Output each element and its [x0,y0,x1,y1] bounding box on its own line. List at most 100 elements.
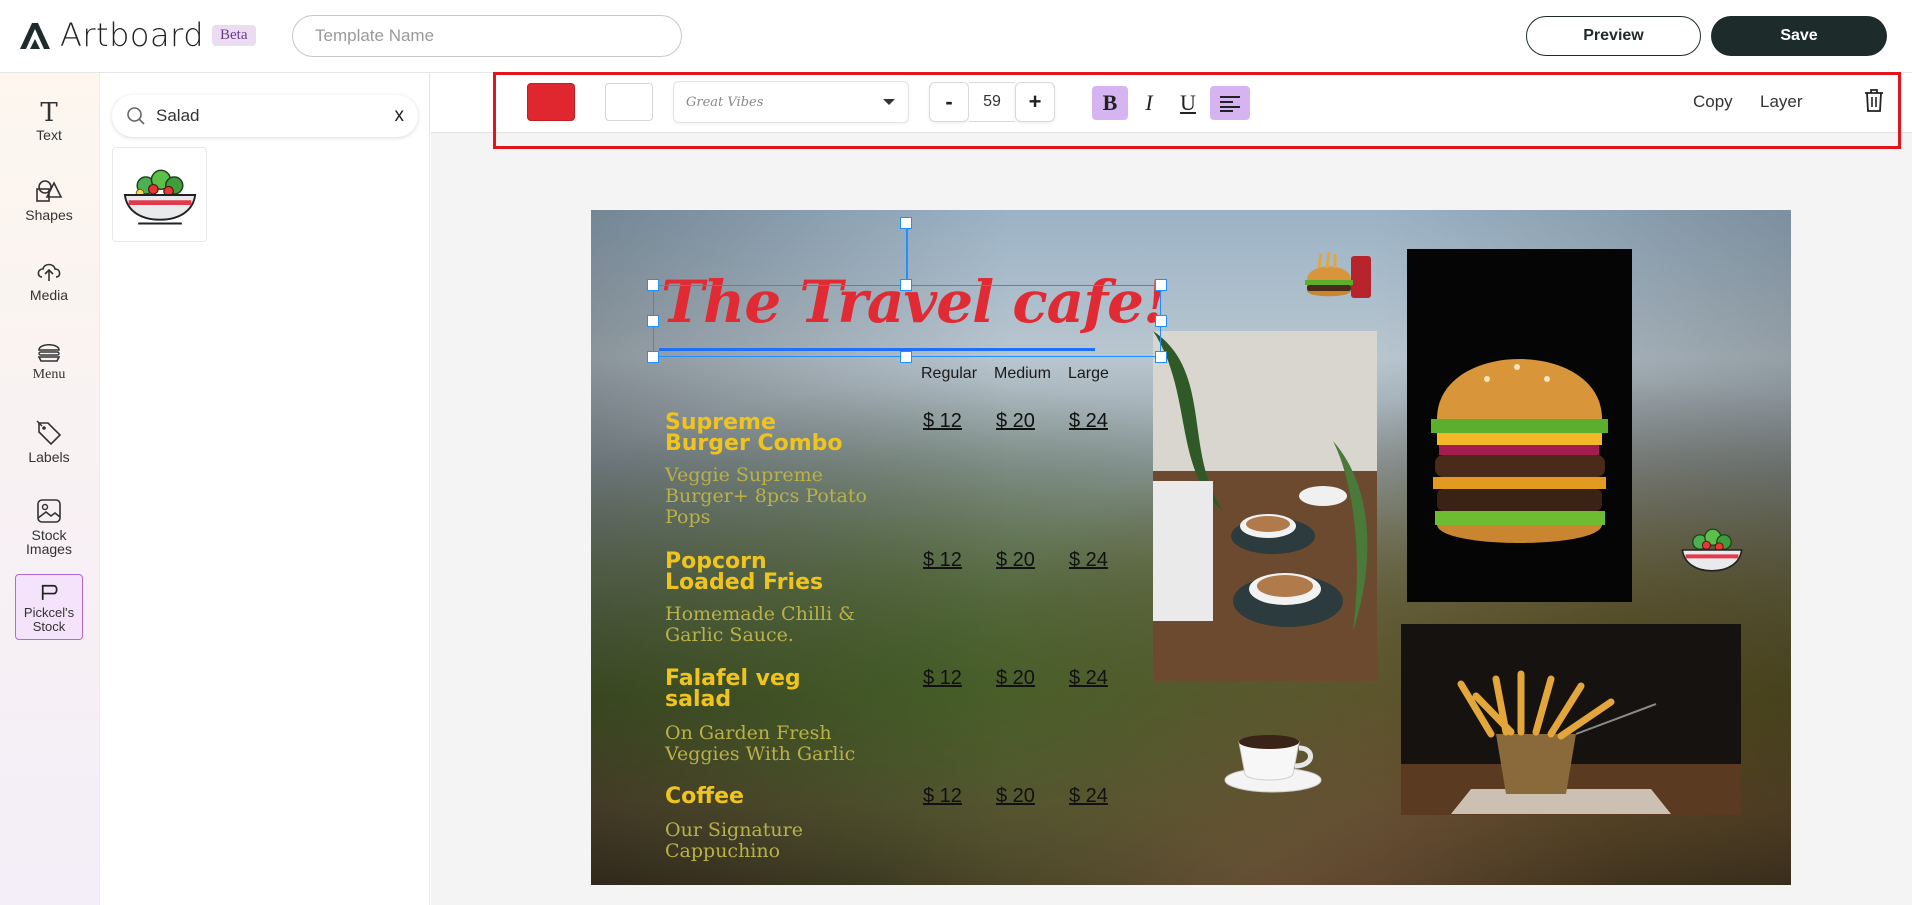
resize-handle-bottom[interactable] [900,351,912,363]
rail-item-menu[interactable]: Menu [14,337,84,403]
bold-button[interactable]: B [1092,86,1128,120]
price-regular[interactable]: $ 12 [923,667,962,690]
font-family-dropdown[interactable]: Great Vibes [673,81,909,123]
salad-bowl-icon [123,169,196,224]
trash-icon[interactable] [1862,87,1886,113]
price-medium[interactable]: $ 20 [996,549,1035,572]
resize-handle-bottom-left[interactable] [647,351,659,363]
svg-text:T: T [40,98,58,125]
text-format-toolbar: Great Vibes - + B I U Copy Layer [431,73,1912,133]
rotate-handle[interactable] [900,217,912,229]
price-regular[interactable]: $ 12 [923,549,962,572]
copy-button[interactable]: Copy [1693,92,1733,112]
editor-workspace: Great Vibes - + B I U Copy Layer The Tra… [431,73,1912,905]
rail-item-pickcels-stock[interactable]: Pickcel's Stock [15,574,83,640]
chevron-down-icon [883,99,895,105]
item-desc-line: Burger+ 8pcs Potato [665,485,867,507]
text-color-swatch[interactable] [527,83,575,121]
rail-item-media[interactable]: Media [14,257,84,323]
price-medium[interactable]: $ 20 [996,667,1035,690]
menu-item-name[interactable]: Falafel veg salad [665,668,801,711]
fries-photo[interactable] [1401,624,1741,815]
item-name-line: Loaded Fries [665,570,824,595]
size-header-regular[interactable]: Regular [921,365,977,383]
tool-rail: T Text Shapes Media Menu Labels Stock Im… [0,73,100,905]
asset-panel: x [100,73,430,905]
rail-label-media: Media [29,287,69,303]
rail-item-labels[interactable]: Labels [14,419,84,485]
price-medium[interactable]: $ 20 [996,410,1035,433]
coffee-cups-photo[interactable] [1153,331,1377,681]
layer-button[interactable]: Layer [1760,92,1803,112]
menu-item-name[interactable]: Popcorn Loaded Fries [665,549,824,595]
rail-label-shapes: Shapes [25,207,73,223]
item-desc-line: Our Signature [665,819,803,841]
text-icon: T [40,98,58,125]
resize-handle-top-left[interactable] [647,279,659,291]
background-color-swatch[interactable] [605,83,653,121]
align-left-button[interactable] [1210,86,1250,120]
rail-label-pickcels-stock: Pickcel's Stock [23,605,75,634]
menu-item-name[interactable]: Coffee [665,784,744,809]
burger-image [1407,249,1632,602]
pickcel-icon [41,584,58,600]
template-name-input[interactable] [292,15,682,57]
rail-item-stock-images[interactable]: Stock Images [14,497,84,563]
rail-item-text[interactable]: T Text [14,97,84,163]
align-left-icon [1220,96,1240,112]
resize-handle-bottom-right[interactable] [1155,351,1167,363]
underline-button[interactable]: U [1170,86,1206,120]
price-large[interactable]: $ 24 [1069,410,1108,433]
coffee-cups-image [1153,331,1377,681]
item-name-line: Popcorn [665,549,767,574]
item-desc-line: Pops [665,506,711,528]
menu-item-description[interactable]: Homemade Chilli & Garlic Sauce. [665,604,855,646]
rail-label-text: Text [36,127,62,143]
item-name-line: Coffee [665,784,744,809]
price-large[interactable]: $ 24 [1069,667,1108,690]
font-size-input[interactable] [969,82,1015,122]
burger-combo-sticker[interactable] [1299,248,1381,306]
logo-text: Artboard [60,16,204,54]
item-name-line: Supreme [665,410,776,435]
font-size-decrease-button[interactable]: - [929,82,969,122]
item-desc-line: Veggies With Garlic [665,743,856,765]
price-medium[interactable]: $ 20 [996,785,1035,808]
price-regular[interactable]: $ 12 [923,410,962,433]
resize-handle-left[interactable] [647,315,659,327]
item-desc-line: Garlic Sauce. [665,624,794,646]
resize-handle-top[interactable] [900,279,912,291]
search-clear-button[interactable]: x [395,105,405,127]
save-button[interactable]: Save [1711,16,1887,56]
font-family-value: Great Vibes [686,94,764,110]
item-name-line: Burger Combo [665,431,843,456]
search-bar: x [112,95,418,137]
price-large[interactable]: $ 24 [1069,785,1108,808]
resize-handle-top-right[interactable] [1155,279,1167,291]
resize-handle-right[interactable] [1155,315,1167,327]
menu-item-name[interactable]: Supreme Burger Combo [665,410,843,456]
size-header-medium[interactable]: Medium [994,365,1051,383]
search-result-salad[interactable] [112,147,207,242]
salad-sticker[interactable] [1669,518,1755,582]
tag-icon [36,420,62,446]
burger-photo[interactable] [1407,249,1632,602]
rail-item-shapes[interactable]: Shapes [14,177,84,243]
size-header-large[interactable]: Large [1068,365,1109,383]
menu-item-description[interactable]: Our Signature Cappuchino [665,820,803,862]
menu-item-description[interactable]: On Garden Fresh Veggies With Garlic [665,723,855,765]
design-canvas[interactable]: The Travel cafe! Regular Medium Large Su… [591,210,1791,885]
search-input[interactable] [156,106,376,126]
title-underline [659,348,1095,351]
italic-button[interactable]: I [1131,86,1167,120]
artboard-logo-icon [20,23,50,49]
artboard-logo[interactable]: Artboard Beta [18,16,256,54]
upload-cloud-icon [37,263,61,281]
font-size-increase-button[interactable]: + [1015,82,1055,122]
preview-button[interactable]: Preview [1526,16,1701,56]
menu-item-description[interactable]: Veggie Supreme Burger+ 8pcs Potato Pops [665,465,867,528]
price-regular[interactable]: $ 12 [923,785,962,808]
price-large[interactable]: $ 24 [1069,549,1108,572]
top-header: Artboard Beta Preview Save [0,0,1912,73]
coffee-cup-sticker[interactable] [1221,722,1325,796]
